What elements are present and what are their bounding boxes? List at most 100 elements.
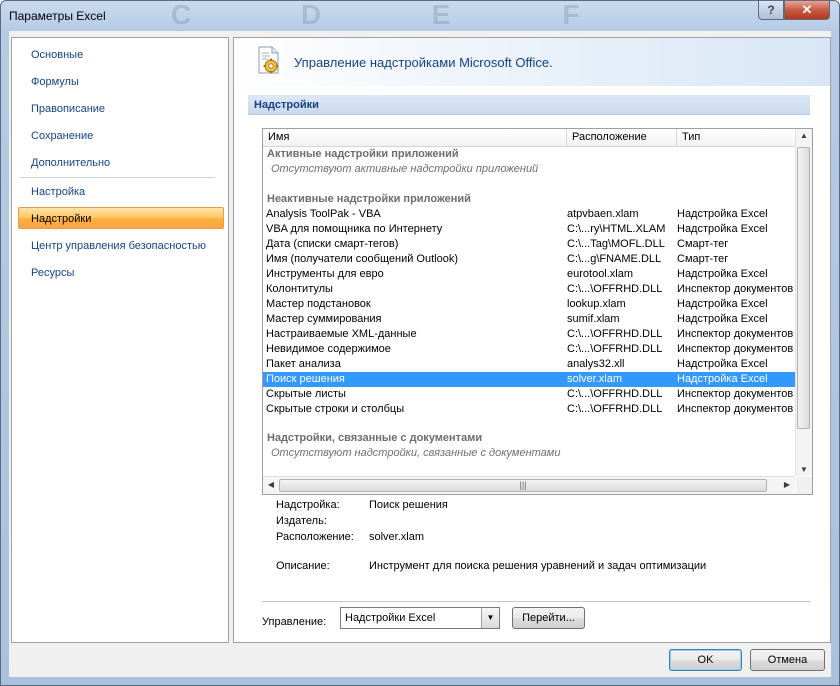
addin-type: Инспектор документов — [677, 388, 794, 400]
close-button[interactable]: ✕ — [784, 1, 830, 20]
details-location-label: Расположение: — [276, 531, 354, 543]
addin-type: Смарт-тег — [677, 253, 729, 265]
addin-location: C:\...\OFFRHD.DLL — [567, 343, 663, 355]
manage-label: Управление: — [262, 616, 327, 628]
table-row[interactable]: Скрытые строки и столбцы C:\...\OFFRHD.D… — [263, 402, 795, 417]
table-row[interactable]: Мастер суммирования sumif.xlam Надстройк… — [263, 312, 795, 327]
details-publisher-label: Издатель: — [276, 515, 327, 527]
nav-item-addins[interactable]: Надстройки — [18, 207, 224, 229]
go-button[interactable]: Перейти... — [512, 607, 585, 629]
details-description-value: Инструмент для поиска решения уравнений … — [369, 560, 707, 572]
nav-item-formulas[interactable]: Формулы — [13, 71, 225, 93]
scroll-left-icon[interactable]: ◀ — [263, 480, 279, 489]
addin-type: Надстройка Excel — [677, 358, 768, 370]
nav-divider — [20, 177, 215, 178]
window-title: Параметры Excel — [9, 9, 106, 23]
addin-type: Инспектор документов — [677, 343, 794, 355]
column-header-location[interactable]: Расположение — [567, 129, 677, 146]
addin-type: Смарт-тег — [677, 238, 729, 250]
table-row[interactable]: VBA для помощника по Интернету C:\...ry\… — [263, 222, 795, 237]
addins-banner: Управление надстройками Microsoft Office… — [234, 38, 830, 86]
help-button[interactable]: ? — [758, 1, 784, 20]
addin-location: C:\...\OFFRHD.DLL — [567, 403, 663, 415]
addin-type: Надстройка Excel — [677, 208, 768, 220]
horizontal-scroll-thumb[interactable]: ||| — [279, 479, 767, 492]
addin-location: C:\...\OFFRHD.DLL — [567, 328, 663, 340]
chevron-down-icon[interactable]: ▼ — [481, 608, 499, 628]
column-header-name[interactable]: Имя — [263, 129, 567, 146]
cancel-button[interactable]: Отмена — [750, 649, 825, 671]
table-row[interactable]: Имя (получатели сообщений Outlook) C:\..… — [263, 252, 795, 267]
addin-name: Скрытые строки и столбцы — [266, 403, 405, 415]
table-row[interactable]: Невидимое содержимое C:\...\OFFRHD.DLL И… — [263, 342, 795, 357]
addin-type: Надстройка Excel — [677, 373, 768, 385]
column-letter: D — [300, 0, 322, 30]
addin-name: Настраиваемые XML-данные — [266, 328, 417, 340]
list-header: Имя Расположение Тип — [263, 129, 795, 147]
addin-location: solver.xlam — [567, 373, 623, 385]
banner-title: Управление надстройками Microsoft Office… — [294, 55, 553, 70]
group-header-inactive: Неактивные надстройки приложений — [267, 193, 471, 205]
horizontal-scrollbar[interactable]: ◀ ||| ▶ — [263, 476, 795, 494]
addin-location: analys32.xll — [567, 358, 625, 370]
vertical-scroll-thumb[interactable] — [797, 147, 810, 429]
table-row[interactable]: Analysis ToolPak - VBA atpvbaen.xlam Над… — [263, 207, 795, 222]
addin-name: Мастер подстановок — [266, 298, 371, 310]
scroll-up-icon[interactable]: ▲ — [796, 131, 812, 140]
manage-select[interactable]: Надстройки Excel ▼ — [340, 607, 500, 629]
options-navigation: Основные Формулы Правописание Сохранение… — [11, 37, 229, 643]
addin-name: Невидимое содержимое — [266, 343, 391, 355]
addin-name: Поиск решения — [266, 373, 345, 385]
addin-location: eurotool.xlam — [567, 268, 634, 280]
vertical-scrollbar[interactable]: ▲ ▼ — [795, 129, 812, 476]
table-row[interactable]: Инструменты для евро eurotool.xlam Надст… — [263, 267, 795, 282]
manage-select-value: Надстройки Excel — [345, 612, 436, 624]
addin-name: Дата (списки смарт-тегов) — [266, 238, 399, 250]
ok-button[interactable]: OK — [669, 649, 742, 671]
addin-location: C:\...\OFFRHD.DLL — [567, 283, 663, 295]
nav-item-save[interactable]: Сохранение — [13, 125, 225, 147]
addin-location: lookup.xlam — [567, 298, 626, 310]
addin-name: Мастер суммирования — [266, 313, 382, 325]
addin-location: sumif.xlam — [567, 313, 620, 325]
table-row[interactable]: Колонтитулы C:\...\OFFRHD.DLL Инспектор … — [263, 282, 795, 297]
table-row[interactable]: Скрытые листы C:\...\OFFRHD.DLL Инспекто… — [263, 387, 795, 402]
addin-name: Колонтитулы — [266, 283, 333, 295]
table-row-selected[interactable]: Поиск решения solver.xlam Надстройка Exc… — [263, 372, 795, 387]
addin-type: Надстройка Excel — [677, 223, 768, 235]
help-icon: ? — [767, 3, 775, 17]
addin-type: Инспектор документов — [677, 328, 794, 340]
column-header-type[interactable]: Тип — [677, 129, 795, 146]
addins-list[interactable]: Имя Расположение Тип Активные надстройки… — [262, 128, 813, 495]
details-description-label: Описание: — [276, 560, 330, 572]
addin-location: C:\...g\FNAME.DLL — [567, 253, 662, 265]
nav-item-basic[interactable]: Основные — [13, 44, 225, 66]
nav-item-resources[interactable]: Ресурсы — [13, 262, 225, 284]
column-letter: F — [562, 0, 580, 30]
title-bar[interactable]: C D E F Параметры Excel ? ✕ — [1, 1, 839, 31]
group-header-active: Активные надстройки приложений — [267, 148, 459, 160]
scroll-right-icon[interactable]: ▶ — [779, 480, 795, 489]
addin-name: Пакет анализа — [266, 358, 341, 370]
table-row[interactable]: Настраиваемые XML-данные C:\...\OFFRHD.D… — [263, 327, 795, 342]
nav-item-customize[interactable]: Настройка — [13, 181, 225, 203]
dialog-client-area: Основные Формулы Правописание Сохранение… — [9, 31, 831, 677]
addin-type: Надстройка Excel — [677, 313, 768, 325]
table-row[interactable]: Дата (списки смарт-тегов) C:\...Tag\MOFL… — [263, 237, 795, 252]
column-letter: E — [431, 0, 451, 30]
scroll-down-icon[interactable]: ▼ — [796, 465, 812, 474]
addin-location: C:\...\OFFRHD.DLL — [567, 388, 663, 400]
addin-name: Инструменты для евро — [266, 268, 384, 280]
close-icon: ✕ — [801, 2, 813, 17]
addin-type: Инспектор документов — [677, 403, 794, 415]
column-letter: C — [170, 0, 192, 30]
details-addin-value: Поиск решения — [369, 499, 448, 511]
group-empty-document: Отсутствуют надстройки, связанные с доку… — [271, 447, 561, 459]
table-row[interactable]: Пакет анализа analys32.xll Надстройка Ex… — [263, 357, 795, 372]
nav-item-advanced[interactable]: Дополнительно — [13, 152, 225, 174]
nav-item-proofing[interactable]: Правописание — [13, 98, 225, 120]
details-addin-label: Надстройка: — [276, 499, 340, 511]
nav-item-trust-center[interactable]: Центр управления безопасностью — [13, 235, 225, 257]
table-row[interactable]: Мастер подстановок lookup.xlam Надстройк… — [263, 297, 795, 312]
group-empty-active: Отсутствуют активные надстройки приложен… — [271, 163, 539, 175]
